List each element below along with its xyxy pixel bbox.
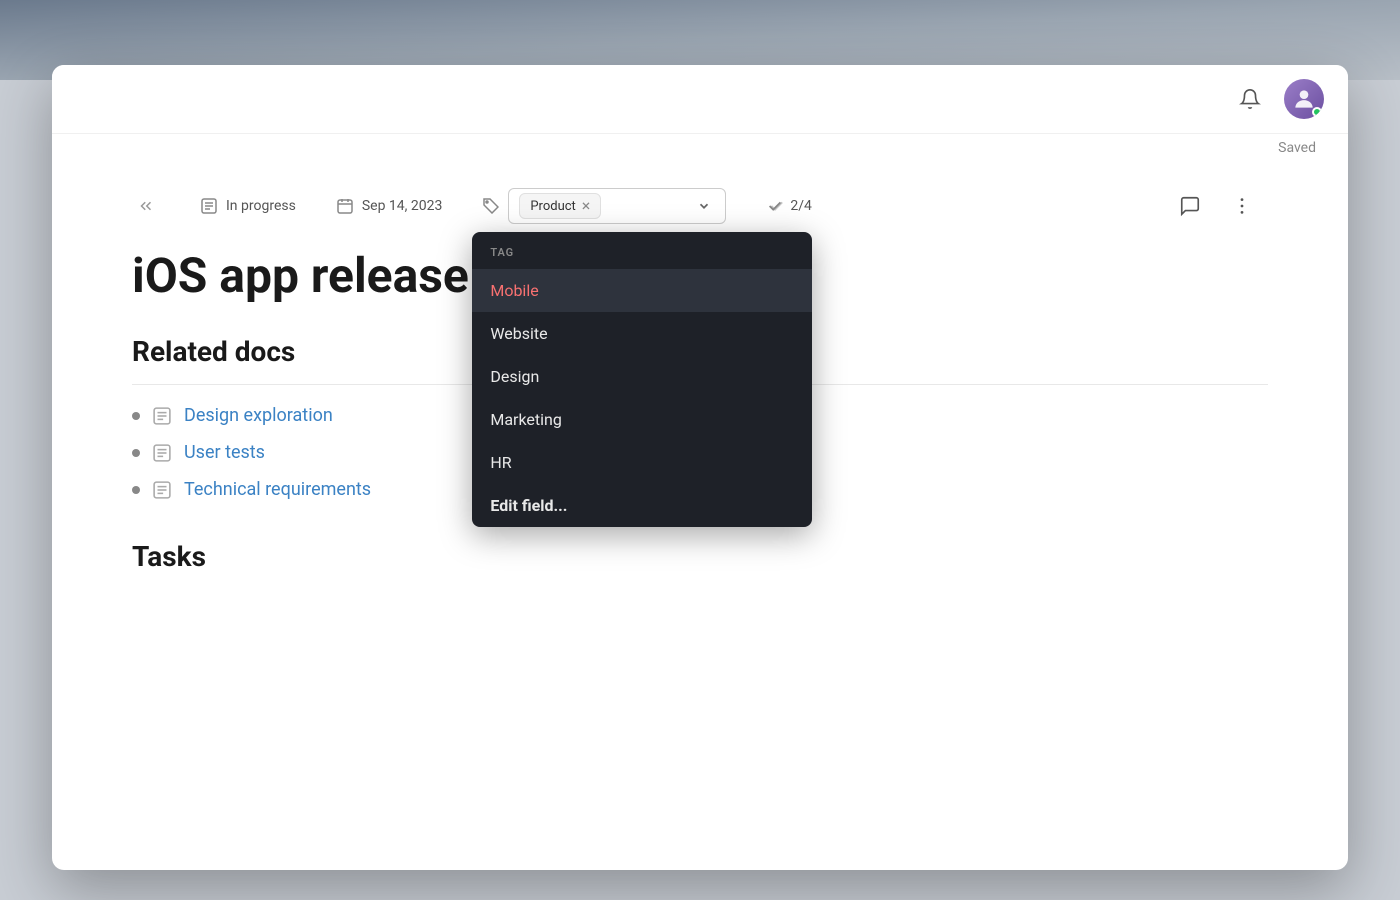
calendar-icon — [336, 197, 354, 215]
tag-search-input[interactable] — [607, 198, 687, 214]
checkmark-count-label: 2/4 — [790, 198, 812, 214]
related-doc-link[interactable]: Design exploration — [184, 405, 333, 426]
related-doc-link[interactable]: Technical requirements — [184, 479, 371, 500]
tag-chip-product: Product × — [519, 193, 601, 219]
date-item: Sep 14, 2023 — [336, 197, 443, 215]
tag-option-mobile[interactable]: Mobile — [472, 269, 812, 312]
tag-dropdown-toggle[interactable] — [693, 195, 715, 217]
tag-icon — [482, 197, 500, 215]
bullet — [132, 412, 140, 420]
tag-input-container[interactable]: Product × — [508, 188, 726, 224]
content-area: In progress Sep 14, 2023 — [52, 168, 1348, 870]
status-item: In progress — [200, 197, 296, 215]
status-icon — [200, 197, 218, 215]
tag-chip-remove[interactable]: × — [582, 198, 591, 214]
doc-icon — [152, 406, 172, 426]
tag-chip-label: Product — [530, 199, 575, 214]
tag-option-hr[interactable]: HR — [472, 441, 812, 484]
comment-button[interactable] — [1172, 188, 1208, 224]
tag-dropdown-header: TAG — [472, 232, 812, 269]
doc-icon — [152, 480, 172, 500]
meta-bar: In progress Sep 14, 2023 — [52, 168, 1348, 240]
tag-area: Product × TAG Mobile — [482, 188, 726, 224]
checkmark-count: 2/4 — [766, 197, 812, 215]
related-doc-link[interactable]: User tests — [184, 442, 265, 463]
tag-option-website[interactable]: Website — [472, 312, 812, 355]
tasks-section: Tasks — [52, 532, 1348, 589]
right-icons — [1172, 188, 1268, 224]
topbar — [52, 65, 1348, 134]
main-window: Saved — [52, 65, 1348, 870]
saved-row: Saved — [52, 134, 1348, 168]
avatar[interactable] — [1284, 79, 1324, 119]
edit-field-option[interactable]: Edit field... — [472, 484, 812, 527]
saved-status: Saved — [1278, 140, 1316, 156]
doc-icon — [152, 443, 172, 463]
bullet — [132, 486, 140, 494]
tag-option-marketing[interactable]: Marketing — [472, 398, 812, 441]
tag-option-design[interactable]: Design — [472, 355, 812, 398]
collapse-button[interactable] — [132, 192, 160, 220]
tasks-heading: Tasks — [52, 532, 1348, 589]
more-button[interactable] — [1224, 188, 1260, 224]
notification-button[interactable] — [1232, 81, 1268, 117]
status-label: In progress — [226, 198, 296, 214]
tag-dropdown: TAG Mobile Website Design Marketing HR — [472, 232, 812, 527]
bullet — [132, 449, 140, 457]
online-indicator — [1312, 107, 1322, 117]
date-label: Sep 14, 2023 — [362, 198, 443, 214]
